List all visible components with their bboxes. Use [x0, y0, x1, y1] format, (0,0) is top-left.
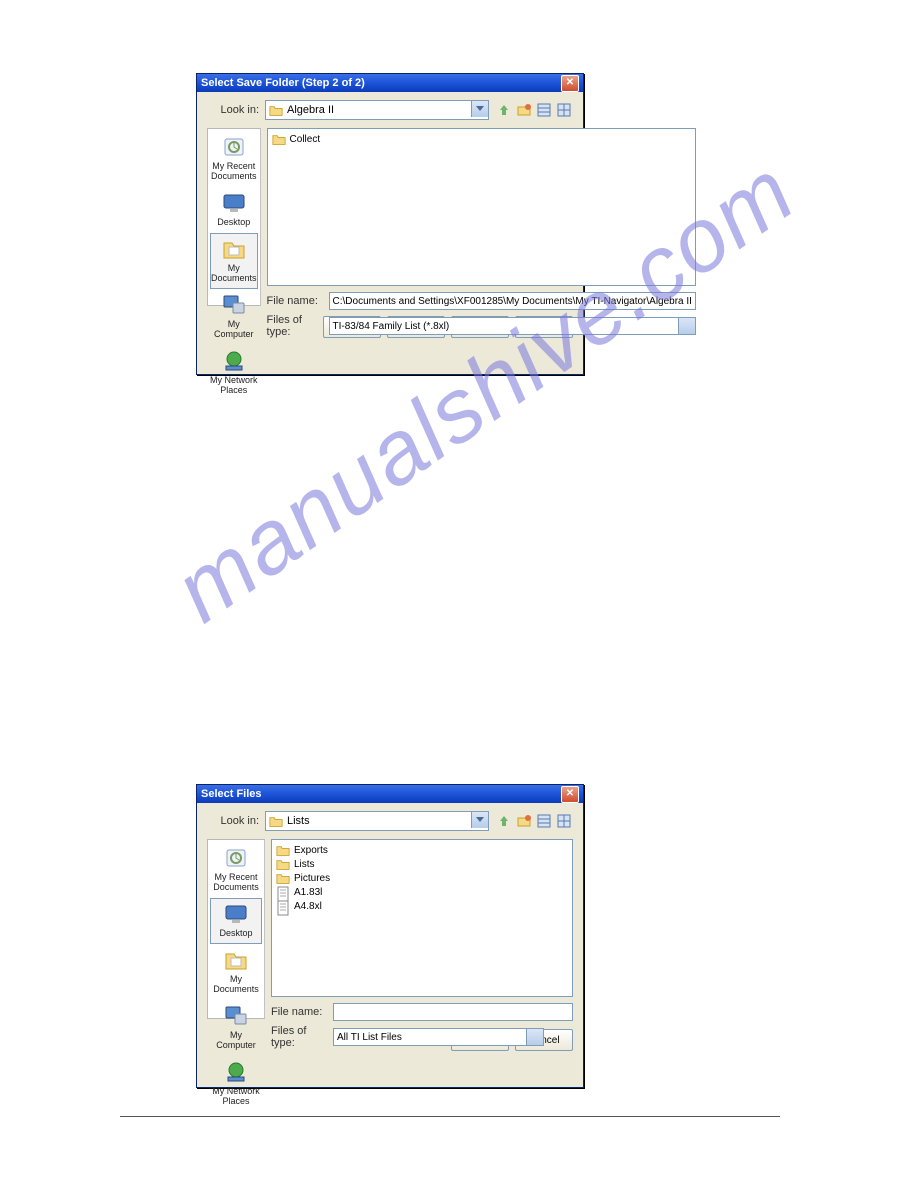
list-item[interactable]: Lists [276, 857, 568, 871]
folder-icon [269, 104, 283, 116]
titlebar: Select Files ✕ [197, 785, 583, 803]
close-button[interactable]: ✕ [561, 75, 579, 92]
view-list-icon[interactable] [535, 812, 553, 830]
folder-icon [269, 815, 283, 827]
dialog-save-folder: Select Save Folder (Step 2 of 2) ✕ Look … [196, 73, 584, 375]
file-listing[interactable]: ExportsListsPicturesA1.83lA4.8xl [271, 839, 573, 997]
file-icon [276, 900, 290, 912]
places-desktop[interactable]: Desktop [210, 898, 262, 944]
folder-icon [276, 872, 290, 884]
folder-icon [276, 844, 290, 856]
places-bar: My Recent Documents Desktop My Documents… [207, 839, 265, 1019]
filetype-label: Files of type: [267, 314, 323, 338]
filetype-label: Files of type: [271, 1025, 327, 1049]
go-up-icon[interactable] [495, 812, 513, 830]
filename-label: File name: [271, 1006, 327, 1018]
places-mycomp[interactable]: My Computer [208, 289, 260, 345]
places-mydocs[interactable]: My Documents [210, 233, 258, 289]
list-item[interactable]: Exports [276, 843, 568, 857]
places-desktop[interactable]: Desktop [208, 187, 260, 233]
list-item[interactable]: Pictures [276, 871, 568, 885]
places-network[interactable]: My Network Places [208, 1056, 264, 1112]
places-mycomp[interactable]: My Computer [208, 1000, 264, 1056]
titlebar: Select Save Folder (Step 2 of 2) ✕ [197, 74, 583, 92]
dialog-select-files: Select Files ✕ Look in: Lists [196, 784, 584, 1088]
lookin-label: Look in: [207, 815, 259, 827]
filetype-select[interactable]: TI-83/84 Family List (*.8xl) [329, 317, 696, 335]
new-folder-icon[interactable] [515, 101, 533, 119]
go-up-icon[interactable] [495, 101, 513, 119]
filename-input[interactable]: C:\Documents and Settings\XF001285\My Do… [329, 292, 696, 310]
view-details-icon[interactable] [555, 101, 573, 119]
chevron-down-icon[interactable] [471, 101, 488, 117]
places-network[interactable]: My Network Places [208, 345, 260, 401]
lookin-dropdown[interactable]: Lists [265, 811, 489, 831]
places-recent[interactable]: My Recent Documents [208, 842, 264, 898]
places-mydocs[interactable]: My Documents [208, 944, 264, 1000]
folder-icon [276, 858, 290, 870]
file-listing[interactable]: Collect [267, 128, 696, 286]
lookin-label: Look in: [207, 104, 259, 116]
lookin-dropdown[interactable]: Algebra II [265, 100, 489, 120]
filetype-select[interactable]: All TI List Files [333, 1028, 544, 1046]
view-list-icon[interactable] [535, 101, 553, 119]
lookin-value: Lists [287, 815, 310, 827]
filename-label: File name: [267, 295, 323, 307]
view-details-icon[interactable] [555, 812, 573, 830]
folder-icon [272, 133, 286, 145]
page-rule [120, 1116, 780, 1117]
chevron-down-icon[interactable] [471, 812, 488, 828]
places-bar: My Recent Documents Desktop My Documents… [207, 128, 261, 306]
places-recent[interactable]: My Recent Documents [208, 131, 260, 187]
filename-input[interactable] [333, 1003, 573, 1021]
dialog-title: Select Files [201, 785, 262, 803]
close-button[interactable]: ✕ [561, 786, 579, 803]
list-item[interactable]: Collect [272, 132, 691, 146]
list-item[interactable]: A1.83l [276, 885, 568, 899]
file-icon [276, 886, 290, 898]
lookin-value: Algebra II [287, 104, 334, 116]
dialog-title: Select Save Folder (Step 2 of 2) [201, 74, 365, 92]
new-folder-icon[interactable] [515, 812, 533, 830]
list-item[interactable]: A4.8xl [276, 899, 568, 913]
